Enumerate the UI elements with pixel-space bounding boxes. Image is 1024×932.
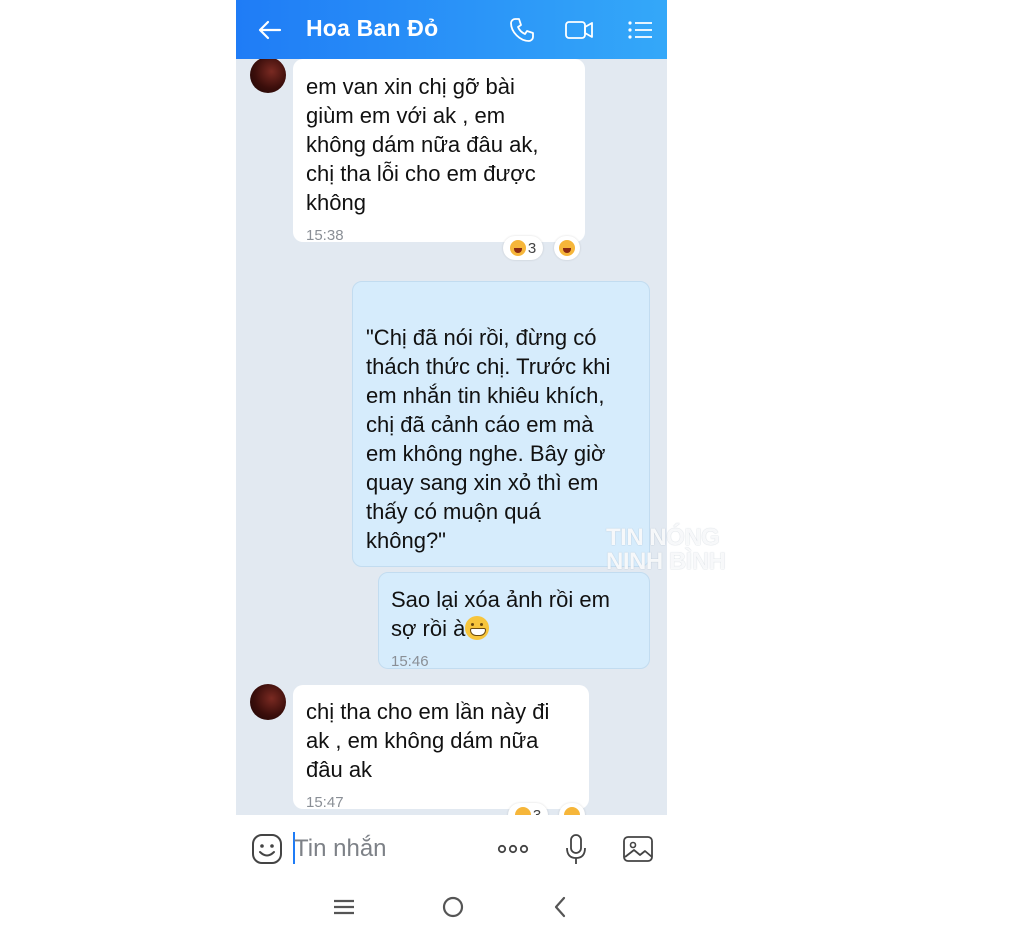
image-icon[interactable] — [621, 832, 655, 866]
back-chevron-icon[interactable] — [547, 893, 575, 921]
reaction-count: 3 — [527, 239, 537, 257]
message-text: chị tha cho em lần này đi ak , em không … — [306, 699, 550, 782]
arrow-left-icon[interactable] — [256, 16, 284, 44]
chat-screen: Hoa Ban Đỏ em van xin chị gỡ bài giùm em… — [236, 0, 667, 932]
grinning-face-icon — [465, 616, 490, 640]
microphone-icon[interactable] — [559, 832, 593, 866]
message-bubble-outgoing[interactable]: Sao lại xóa ảnh rồi em sợ rồi à 15:46 — [378, 572, 650, 670]
sticker-face-icon[interactable] — [250, 832, 284, 866]
laughing-face-icon — [564, 807, 580, 815]
message-composer: Tin nhắn — [236, 815, 667, 883]
reaction-badge[interactable]: 3 — [508, 803, 548, 815]
message-bubble-incoming[interactable]: chị tha cho em lần này đi ak , em không … — [293, 685, 589, 811]
message-text: Sao lại xóa ảnh rồi em sợ rồi à — [391, 587, 610, 641]
reaction-add-button[interactable] — [554, 236, 580, 260]
phone-icon[interactable] — [506, 14, 538, 46]
chat-header: Hoa Ban Đỏ — [236, 0, 667, 59]
more-dots-icon[interactable] — [496, 832, 530, 866]
contact-name[interactable]: Hoa Ban Đỏ — [306, 15, 438, 42]
watermark-line: NINH BÌNH — [606, 548, 726, 575]
watermark-logo: TIN NÓNG NINH BÌNH — [606, 526, 746, 574]
laughing-face-icon — [514, 807, 531, 815]
message-input[interactable]: Tin nhắn — [294, 835, 387, 863]
message-bubble-incoming[interactable]: em van xin chị gỡ bài giùm em với ak , e… — [293, 59, 585, 244]
message-time: 15:46 — [391, 653, 429, 670]
avatar[interactable] — [250, 59, 286, 93]
message-text: "Chị đã nói rồi, đừng có thách thức chị.… — [366, 325, 611, 553]
laughing-face-icon — [559, 240, 575, 256]
reaction-badge[interactable]: 3 — [503, 236, 543, 260]
message-list[interactable]: em van xin chị gỡ bài giùm em với ak , e… — [236, 59, 667, 815]
home-circle-icon[interactable] — [439, 893, 467, 921]
message-text: em van xin chị gỡ bài giùm em với ak , e… — [306, 74, 539, 215]
laughing-face-icon — [509, 240, 526, 256]
list-menu-icon[interactable] — [624, 14, 656, 46]
avatar[interactable] — [250, 684, 286, 720]
recent-apps-icon[interactable] — [330, 893, 358, 921]
system-navigation-bar — [236, 883, 667, 932]
watermark-line: TIN NÓNG — [606, 524, 720, 551]
reaction-count: 3 — [532, 806, 542, 816]
video-camera-icon[interactable] — [563, 14, 595, 46]
